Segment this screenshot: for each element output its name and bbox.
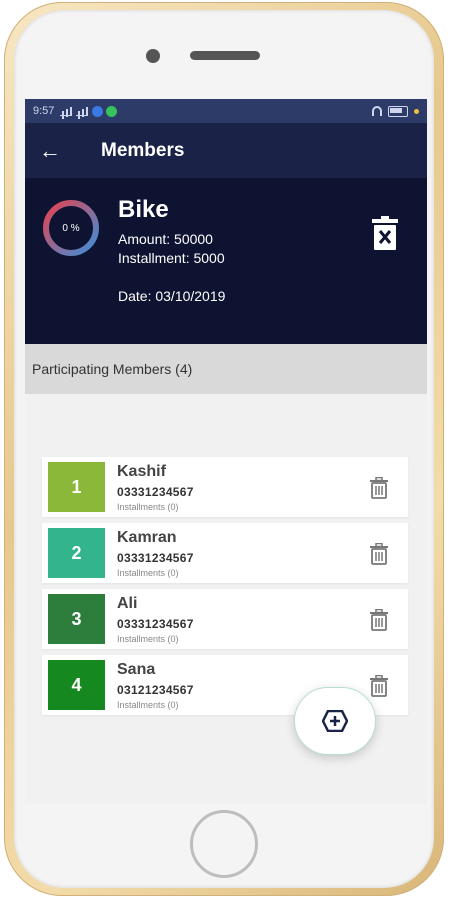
signal-icon-2 bbox=[76, 106, 89, 116]
trash-icon[interactable] bbox=[369, 477, 389, 499]
member-row[interactable]: 1 Kashif 03331234567 Installments (0) bbox=[42, 457, 408, 517]
member-number-badge: 2 bbox=[48, 528, 105, 578]
signal-icon bbox=[60, 106, 73, 116]
app-bar: ← Members bbox=[25, 123, 427, 178]
trash-x-icon[interactable] bbox=[372, 216, 398, 250]
plan-amount: Amount: 50000 bbox=[118, 231, 213, 247]
headphones-icon bbox=[372, 106, 382, 116]
battery-icon bbox=[388, 105, 408, 117]
app-screen: 9:57 ← Members 0 % Bike Amount: 50000 In bbox=[25, 99, 427, 804]
section-header: Participating Members (4) bbox=[25, 344, 427, 394]
back-arrow-icon[interactable]: ← bbox=[39, 138, 73, 164]
member-list: 1 Kashif 03331234567 Installments (0) 2 Kamra… bbox=[42, 457, 408, 721]
trash-icon[interactable] bbox=[369, 543, 389, 565]
add-member-button[interactable] bbox=[294, 687, 376, 755]
member-phone: 03331234567 bbox=[117, 617, 194, 631]
phone-speaker bbox=[190, 51, 260, 60]
member-row[interactable]: 2 Kamran 03331234567 Installments (0) bbox=[42, 523, 408, 583]
plan-summary-card: 0 % Bike Amount: 50000 Installment: 5000… bbox=[25, 178, 427, 344]
page-title: Members bbox=[101, 139, 185, 161]
member-installments: Installments (0) bbox=[117, 568, 179, 578]
trash-icon[interactable] bbox=[369, 675, 389, 697]
member-name: Ali bbox=[117, 595, 138, 612]
member-name: Kamran bbox=[117, 529, 177, 546]
plan-installment: Installment: 5000 bbox=[118, 250, 225, 266]
add-hexagon-icon bbox=[322, 710, 348, 732]
progress-label: 0 % bbox=[62, 222, 80, 234]
member-phone: 03121234567 bbox=[117, 683, 194, 697]
member-phone: 03331234567 bbox=[117, 551, 194, 565]
member-number-badge: 3 bbox=[48, 594, 105, 644]
member-installments: Installments (0) bbox=[117, 634, 179, 644]
member-name: Sana bbox=[117, 661, 156, 678]
whatsapp-icon bbox=[106, 105, 118, 117]
status-time: 9:57 bbox=[33, 105, 55, 117]
member-phone: 03331234567 bbox=[117, 485, 194, 499]
plan-name: Bike bbox=[118, 196, 169, 223]
member-installments: Installments (0) bbox=[117, 502, 179, 512]
member-row[interactable]: 3 Ali 03331234567 Installments (0) bbox=[42, 589, 408, 649]
member-name: Kashif bbox=[117, 463, 166, 480]
phone-camera bbox=[146, 49, 160, 63]
section-title: Participating Members (4) bbox=[32, 361, 193, 377]
member-number-badge: 1 bbox=[48, 462, 105, 512]
member-installments: Installments (0) bbox=[117, 700, 179, 710]
status-bar: 9:57 bbox=[25, 99, 427, 123]
trash-icon[interactable] bbox=[369, 609, 389, 631]
member-number-badge: 4 bbox=[48, 660, 105, 710]
facebook-icon bbox=[92, 105, 104, 117]
notification-dot-icon bbox=[414, 108, 419, 114]
home-button[interactable] bbox=[190, 810, 258, 878]
plan-date: Date: 03/10/2019 bbox=[118, 288, 226, 304]
